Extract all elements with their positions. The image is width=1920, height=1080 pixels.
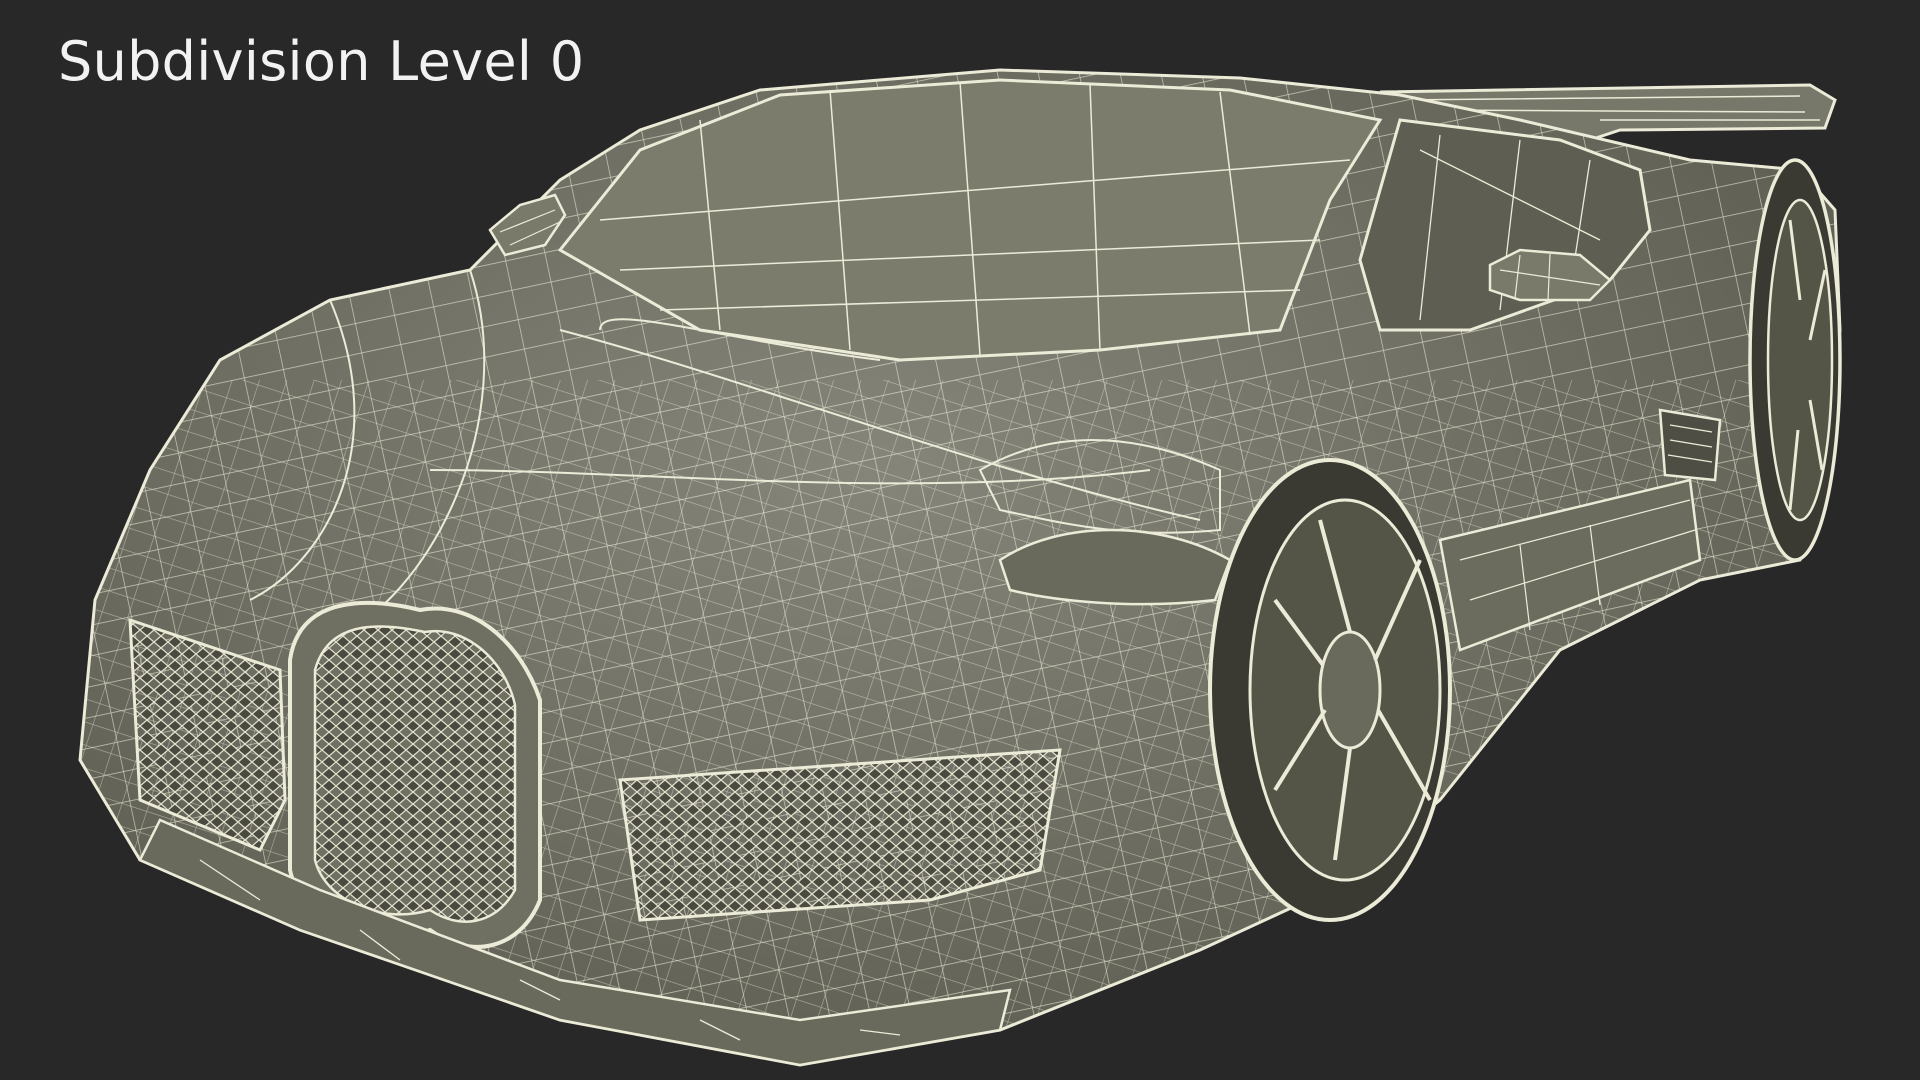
front-wheel — [1208, 458, 1452, 922]
side-vent — [1658, 408, 1722, 482]
render-viewport: Subdivision Level 0 — [0, 0, 1920, 1080]
rear-wheel — [1748, 158, 1842, 562]
subdivision-caption: Subdivision Level 0 — [58, 30, 585, 93]
car-wireframe-render — [78, 68, 1842, 1067]
